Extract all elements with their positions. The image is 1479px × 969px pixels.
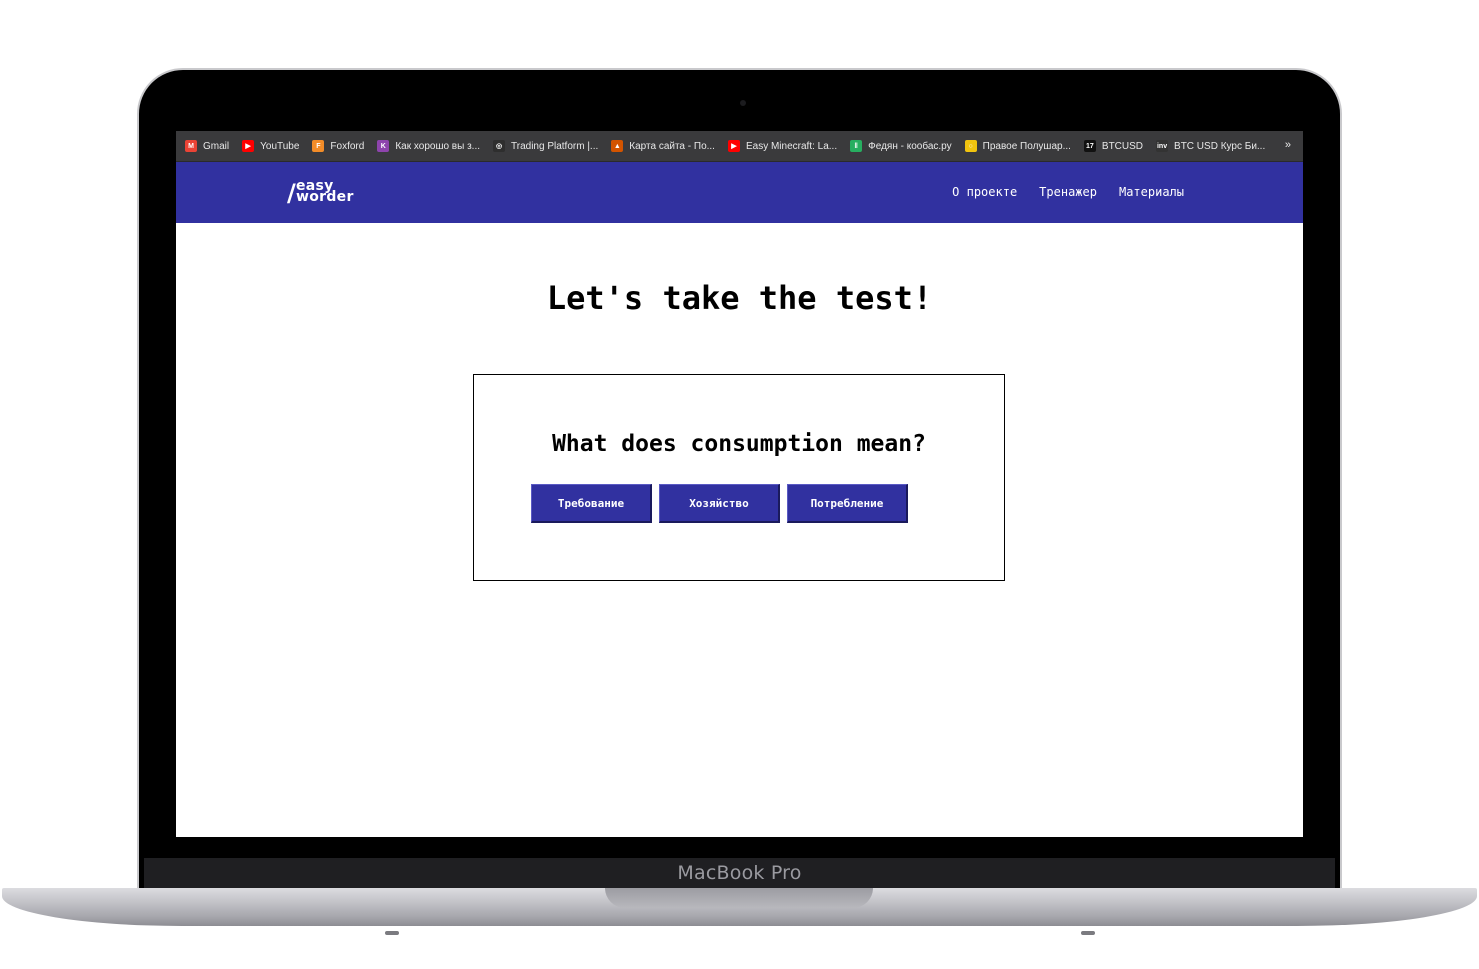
question-text: What does consumption mean? (552, 431, 926, 457)
nav-item-materials[interactable]: Материалы (1119, 185, 1184, 199)
bookmarks-more-button[interactable]: » (1285, 139, 1291, 151)
bookmark-item[interactable]: ▶ Easy Minecraft: La... (727, 140, 838, 152)
bookmark-item[interactable]: F Foxford (312, 140, 364, 152)
laptop-foot-left (385, 931, 399, 935)
bookmarks-bar: M Gmail ▶ YouTube F Foxford K Как хорошо вы з..… (176, 131, 1303, 162)
quiz-card: What does consumption mean? Требование Х… (473, 374, 1005, 581)
bookmark-item[interactable]: ‖ Федян - кообас.ру (850, 140, 952, 152)
bookmark-item[interactable]: ○ Правое Полушар... (964, 140, 1071, 152)
nav-item-trainer[interactable]: Тренажер (1039, 185, 1097, 199)
page: M Gmail ▶ YouTube F Foxford K Как хорошо вы з..… (0, 0, 1479, 969)
browser-screen: M Gmail ▶ YouTube F Foxford K Как хорошо вы з..… (176, 131, 1303, 837)
bookmark-item[interactable]: 17 BTCUSD (1083, 140, 1144, 152)
logo-word-2: worder (296, 189, 354, 205)
camera-icon (740, 100, 746, 106)
bookmark-item[interactable]: ▲ Карта сайта - По... (611, 140, 715, 152)
trading-icon: ◎ (493, 140, 506, 152)
bookmark-item[interactable]: ▶ YouTube (242, 140, 299, 152)
logo[interactable]: / easy worder (287, 179, 377, 209)
bookmark-item[interactable]: K Как хорошо вы з... (377, 140, 480, 152)
nav-item-about[interactable]: О проекте (952, 185, 1017, 199)
answer-button-3[interactable]: Потребление (787, 484, 908, 523)
ring-icon: ○ (964, 140, 977, 152)
fox-icon: F (312, 140, 325, 152)
bookmark-label: Правое Полушар... (982, 140, 1071, 152)
model-label: MacBook Pro (677, 862, 802, 884)
youtube-icon: ▶ (727, 140, 740, 152)
bookmark-label: BTC USD Курс Би... (1174, 140, 1266, 152)
bookmark-item[interactable]: M Gmail (185, 140, 229, 152)
bookmark-label: Gmail (203, 140, 230, 152)
investing-icon: inv (1156, 140, 1169, 152)
answer-options: Требование Хозяйство Потребление (531, 484, 915, 523)
bookmark-label: YouTube (260, 140, 300, 152)
bookmark-label: Foxford (330, 140, 365, 152)
bookmark-label: Как хорошо вы з... (395, 140, 481, 152)
laptop-notch (605, 888, 873, 908)
bookmark-item[interactable]: ◎ Trading Platform |... (493, 140, 598, 152)
answer-button-2[interactable]: Хозяйство (659, 484, 780, 523)
answer-button-1[interactable]: Требование (531, 484, 652, 523)
youtube-icon: ▶ (242, 140, 255, 152)
logo-slash-icon: / (287, 179, 296, 207)
bookmark-label: BTCUSD (1101, 140, 1144, 152)
bookmark-label: Карта сайта - По... (629, 140, 715, 152)
tradingview-icon: 17 (1083, 140, 1096, 152)
bookmark-label: Easy Minecraft: La... (745, 140, 838, 152)
gmail-icon: M (185, 140, 197, 152)
page-title: Let's take the test! (546, 279, 933, 317)
pause-icon: ‖ (850, 140, 863, 152)
quiz-icon: K (377, 140, 390, 152)
site-header: / easy worder О проекте Тренажер Материа… (176, 162, 1303, 223)
bookmark-label: Trading Platform |... (511, 140, 599, 152)
main-nav: О проекте Тренажер Материалы (930, 185, 1184, 199)
map-icon: ▲ (611, 140, 624, 152)
bookmark-item[interactable]: inv BTC USD Курс Би... (1156, 140, 1265, 152)
laptop-foot-right (1081, 931, 1095, 935)
bookmark-label: Федян - кообас.ру (868, 140, 952, 152)
